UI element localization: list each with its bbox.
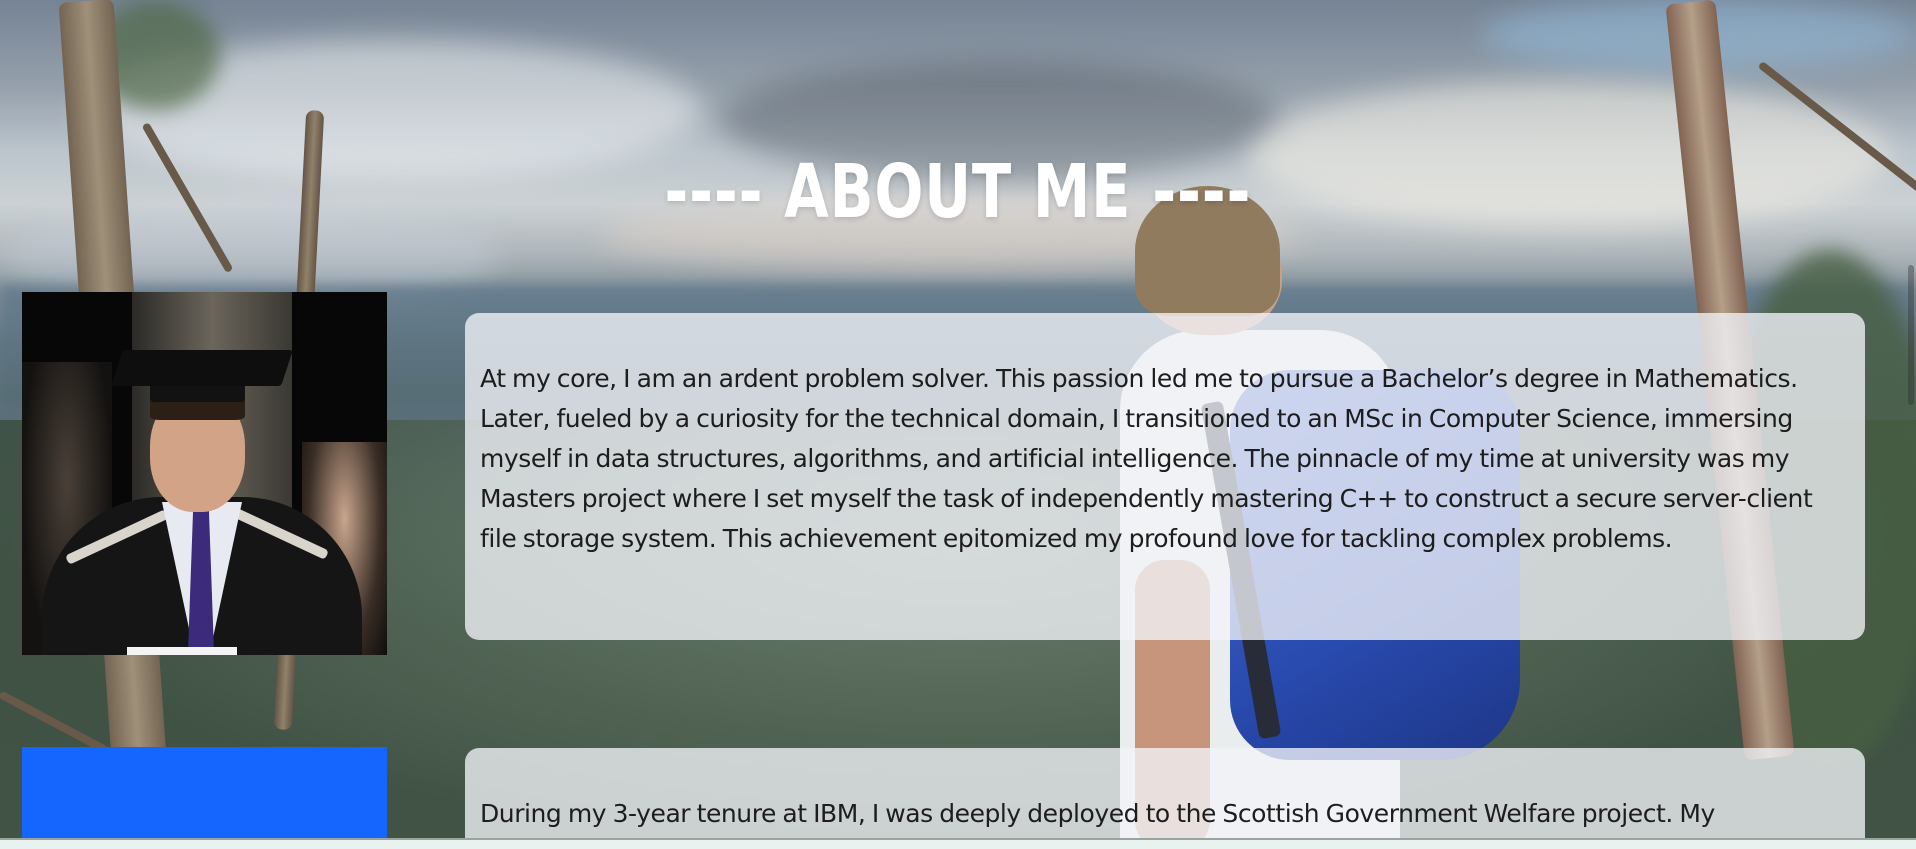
section-title: ---- ABOUT ME ---- xyxy=(664,148,1252,235)
about-card-work: During my 3-year tenure at IBM, I was de… xyxy=(465,748,1865,849)
about-card-education: At my core, I am an ardent problem solve… xyxy=(465,313,1865,640)
scrollbar-thumb[interactable] xyxy=(1908,265,1914,405)
about-paragraph-education: At my core, I am an ardent problem solve… xyxy=(480,364,1813,553)
bottom-edge xyxy=(0,838,1916,849)
about-paragraph-work: During my 3-year tenure at IBM, I was de… xyxy=(480,799,1715,828)
about-section: ---- ABOUT ME ---- At my core, I am an a… xyxy=(0,0,1916,849)
work-image xyxy=(22,747,387,849)
vertical-scrollbar[interactable] xyxy=(1905,0,1916,838)
graduation-photo xyxy=(22,292,387,655)
